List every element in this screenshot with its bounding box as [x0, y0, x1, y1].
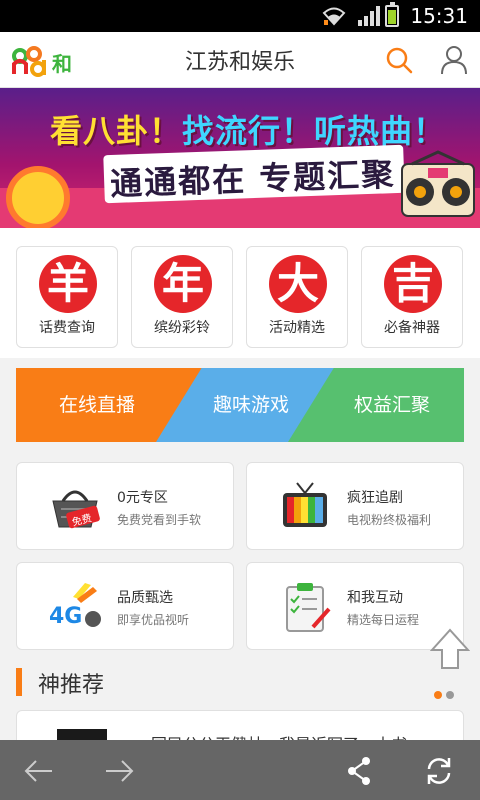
card-title: 品质甄选 — [117, 590, 173, 606]
banner-headline-part: 听热曲！ — [314, 112, 447, 150]
wifi-icon — [322, 7, 346, 26]
entry-tools[interactable]: 吉 必备神器 — [361, 246, 463, 348]
card-title: 疯狂追剧 — [347, 490, 403, 506]
card-subtitle: 精选每日运程 — [347, 613, 420, 627]
luck-glyph-icon: 吉 — [384, 255, 442, 313]
app-header: 和 江苏和娱乐 — [0, 32, 480, 88]
free-basket-icon: 免费 — [52, 490, 100, 529]
card-title: 和我互动 — [347, 590, 403, 606]
tv-icon — [283, 482, 327, 527]
entry-bill-query[interactable]: 羊 话费查询 — [16, 246, 118, 348]
section-accent-bar — [16, 668, 22, 696]
signal-icon — [358, 6, 380, 26]
banner-subline-box: 通通都在 专题汇聚 — [103, 144, 405, 204]
card-subtitle: 即享优品视听 — [117, 613, 190, 627]
music-disc-icon — [6, 166, 70, 228]
card-drama[interactable]: 疯狂追剧 电视粉终极福利 — [246, 462, 464, 550]
banner-headline-part: 看八卦！ — [50, 112, 183, 150]
forward-arrow-icon[interactable] — [102, 754, 136, 788]
year-glyph-icon: 年 — [154, 255, 212, 313]
card-free-zone[interactable]: 免费 0元专区 免费党看到手软 — [16, 462, 234, 550]
entry-label: 缤纷彩铃 — [154, 320, 210, 336]
back-arrow-icon[interactable] — [22, 754, 56, 788]
big-glyph-icon: 大 — [269, 255, 327, 313]
tab-label: 权益汇聚 — [353, 394, 430, 416]
entry-activities[interactable]: 大 活动精选 — [246, 246, 348, 348]
tab-label: 在线直播 — [58, 394, 135, 416]
clipboard-icon — [286, 583, 331, 632]
section-title: 神推荐 — [38, 673, 105, 698]
search-icon[interactable] — [385, 46, 413, 74]
banner-headline-part: 找流行！ — [182, 112, 315, 150]
entry-label: 必备神器 — [384, 320, 440, 336]
entry-label: 活动精选 — [269, 320, 325, 336]
pager-dot-active — [434, 691, 442, 699]
user-icon[interactable] — [440, 45, 468, 75]
section-header: 神推荐 — [16, 666, 316, 700]
feature-grid: 免费 0元专区 免费党看到手软 疯狂追剧 电视粉终极福利 4G 品质甄选 即享优… — [0, 452, 480, 652]
4g-icon: 4G — [49, 583, 101, 629]
status-bar: 15:31 — [0, 0, 480, 32]
category-tabs: 在线直播 趣味游戏 权益汇聚 — [16, 368, 464, 442]
refresh-icon[interactable] — [422, 754, 456, 788]
bottom-toolbar — [0, 740, 480, 800]
radio-icon — [401, 150, 475, 217]
sheep-glyph-icon: 羊 — [39, 255, 97, 313]
card-quality[interactable]: 4G 品质甄选 即享优品视听 — [16, 562, 234, 650]
share-icon[interactable] — [342, 754, 376, 788]
promo-banner[interactable]: 看八卦！找流行！听热曲！ 通通都在 专题汇聚 — [0, 88, 480, 228]
card-title: 0元专区 — [117, 490, 168, 506]
tab-label: 趣味游戏 — [212, 394, 289, 416]
pager-dots — [434, 684, 464, 699]
battery-icon — [385, 2, 399, 27]
quick-entry-row: 羊 话费查询 年 缤纷彩铃 大 活动精选 吉 必备神器 — [0, 228, 480, 358]
card-subtitle: 电视粉终极福利 — [347, 513, 432, 527]
scroll-top-icon[interactable] — [430, 628, 470, 672]
4g-badge: 4G — [49, 604, 82, 629]
card-subtitle: 免费党看到手软 — [117, 513, 202, 527]
status-time: 15:31 — [410, 4, 468, 28]
pager-dot — [446, 691, 454, 699]
entry-ringtone[interactable]: 年 缤纷彩铃 — [131, 246, 233, 348]
entry-label: 话费查询 — [39, 320, 95, 336]
